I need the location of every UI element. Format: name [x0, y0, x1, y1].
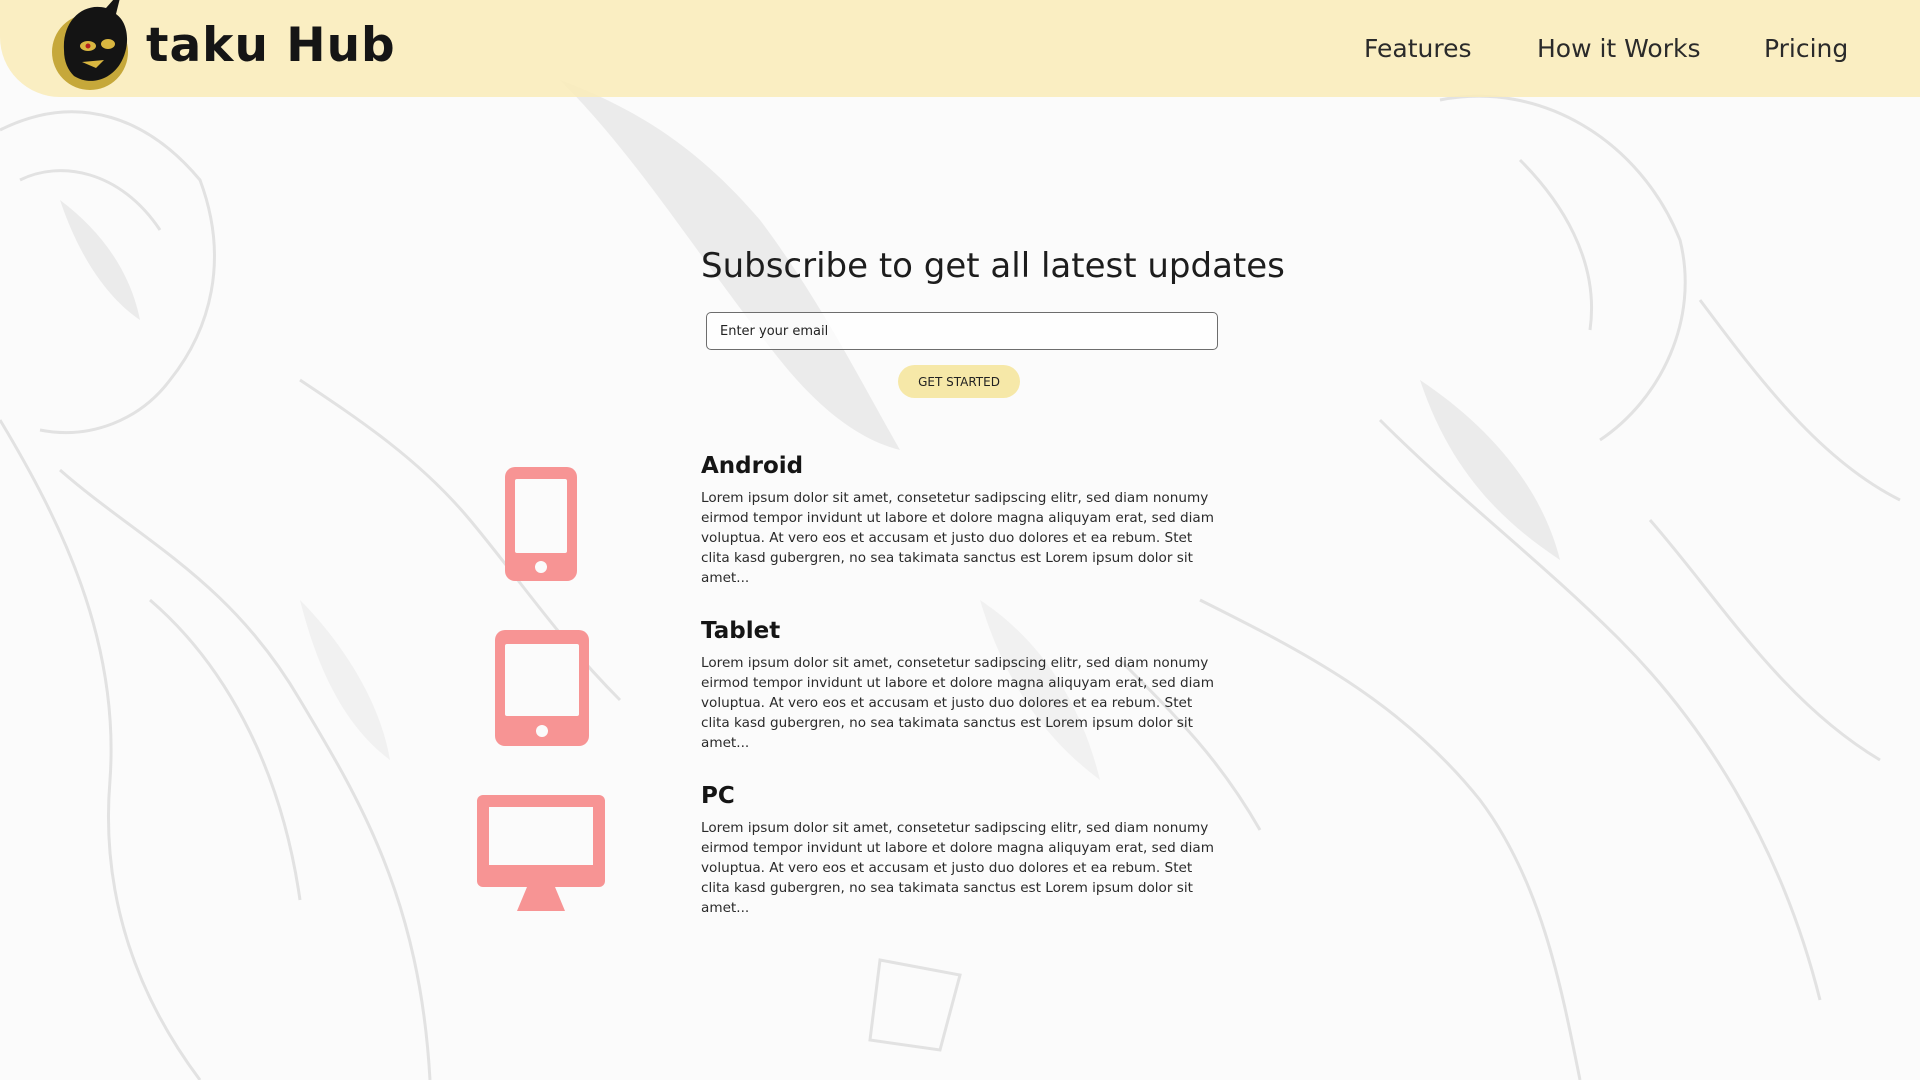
main-content: Subscribe to get all latest updates GET … [0, 0, 1920, 1080]
feature-title-pc: PC [701, 783, 735, 809]
feature-description-tablet: Lorem ipsum dolor sit amet, consetetur s… [701, 655, 1214, 751]
feature-title-android: Android [701, 453, 804, 479]
tablet-icon [495, 630, 589, 746]
desktop-icon [477, 795, 605, 911]
feature-description-pc: Lorem ipsum dolor sit amet, consetetur s… [701, 820, 1214, 916]
get-started-button[interactable]: GET STARTED [898, 365, 1020, 398]
nav-link-how-it-works[interactable]: How it Works [1537, 34, 1701, 63]
feature-title-tablet: Tablet [701, 618, 781, 644]
phone-icon [505, 467, 577, 581]
nav-link-features[interactable]: Features [1364, 34, 1472, 63]
email-input[interactable] [706, 312, 1218, 350]
site-header: taku Hub Features How it Works Pricing [0, 0, 1920, 97]
logo-icon[interactable] [44, 0, 144, 102]
brand-name[interactable]: taku Hub [146, 18, 396, 73]
subscribe-title: Subscribe to get all latest updates [701, 246, 1285, 286]
feature-description-android: Lorem ipsum dolor sit amet, consetetur s… [701, 490, 1214, 586]
nav-link-pricing[interactable]: Pricing [1764, 34, 1848, 63]
